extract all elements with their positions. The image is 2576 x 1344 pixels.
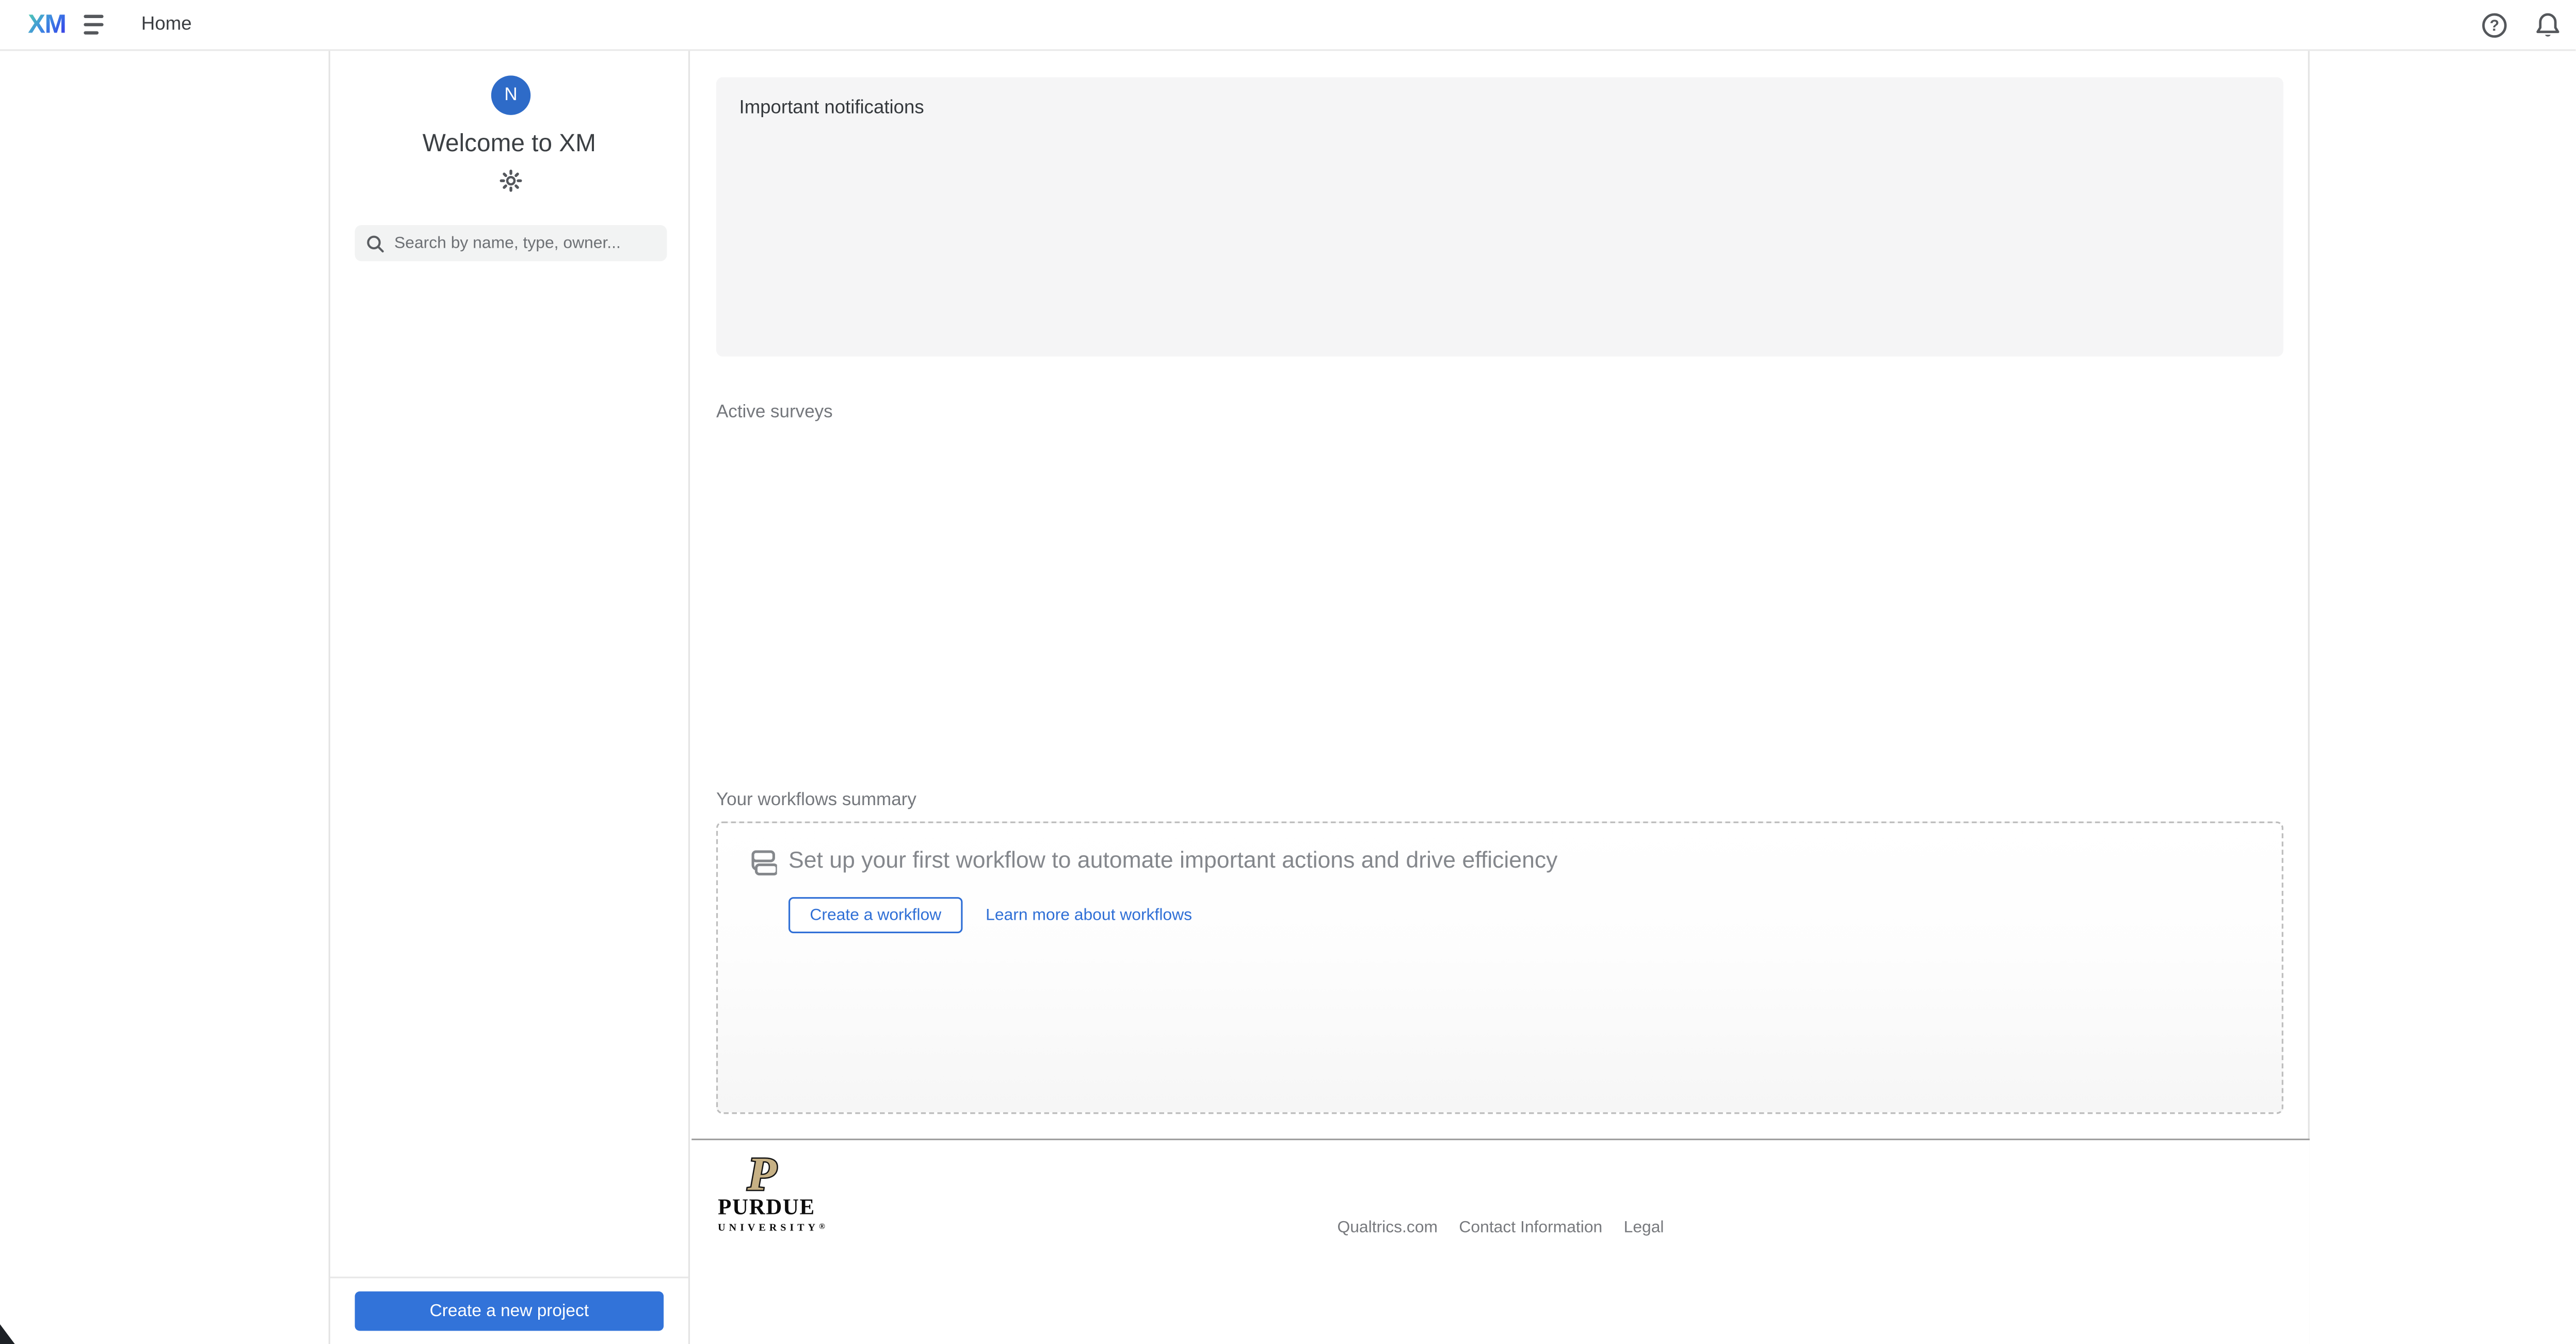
qualtrics-home-page: XM Home ? N Welcome to XM xyxy=(0,0,2576,1344)
mouse-cursor xyxy=(0,1324,15,1344)
svg-text:?: ? xyxy=(2489,18,2498,35)
topbar-actions: ? xyxy=(2479,0,2563,51)
search-input[interactable] xyxy=(394,234,655,252)
important-notifications-panel: Important notifications xyxy=(716,77,2283,357)
footer-link-contact[interactable]: Contact Information xyxy=(1459,1219,1602,1237)
footer: P PURDUE UNIVERSITY® Qualtrics.com Conta… xyxy=(691,1140,2310,1344)
sidebar: N Welcome to XM xyxy=(329,51,690,1344)
workflows-empty-state: Set up your first workflow to automate i… xyxy=(716,822,2283,1114)
main-content: Important notifications Active surveys Y… xyxy=(691,51,2310,1344)
avatar[interactable]: N xyxy=(491,75,530,115)
notifications-title: Important notifications xyxy=(739,99,924,118)
welcome-title: Welcome to XM xyxy=(330,130,688,157)
settings-gear-icon[interactable] xyxy=(500,169,523,193)
hamburger-menu-icon[interactable] xyxy=(84,15,110,38)
purdue-wordmark: PURDUE xyxy=(718,1194,833,1221)
topbar: XM Home ? xyxy=(0,0,2576,51)
create-new-project-button[interactable]: Create a new project xyxy=(355,1291,664,1331)
search-icon xyxy=(366,234,384,252)
footer-link-qualtrics[interactable]: Qualtrics.com xyxy=(1337,1219,1438,1237)
xm-logo[interactable]: XM xyxy=(28,8,66,43)
learn-more-workflows-link[interactable]: Learn more about workflows xyxy=(986,906,1192,924)
page-title: Home xyxy=(141,15,192,35)
workflows-summary-heading: Your workflows summary xyxy=(716,790,916,810)
help-icon[interactable]: ? xyxy=(2479,11,2508,40)
purdue-p-icon: P xyxy=(744,1148,787,1198)
project-search xyxy=(355,225,667,261)
footer-links: Qualtrics.com Contact Information Legal xyxy=(691,1219,2310,1237)
sidebar-bottom-section: Create a new project xyxy=(330,1276,688,1344)
notifications-bell-icon[interactable] xyxy=(2533,11,2563,40)
workflows-headline: Set up your first workflow to automate i… xyxy=(788,846,1807,872)
svg-text:P: P xyxy=(747,1148,777,1198)
workflows-actions: Create a workflow Learn more about workf… xyxy=(788,897,1192,933)
active-surveys-heading: Active surveys xyxy=(716,403,833,422)
create-workflow-button[interactable]: Create a workflow xyxy=(788,897,963,933)
workflow-icon xyxy=(744,843,777,882)
footer-link-legal[interactable]: Legal xyxy=(1624,1219,1664,1237)
